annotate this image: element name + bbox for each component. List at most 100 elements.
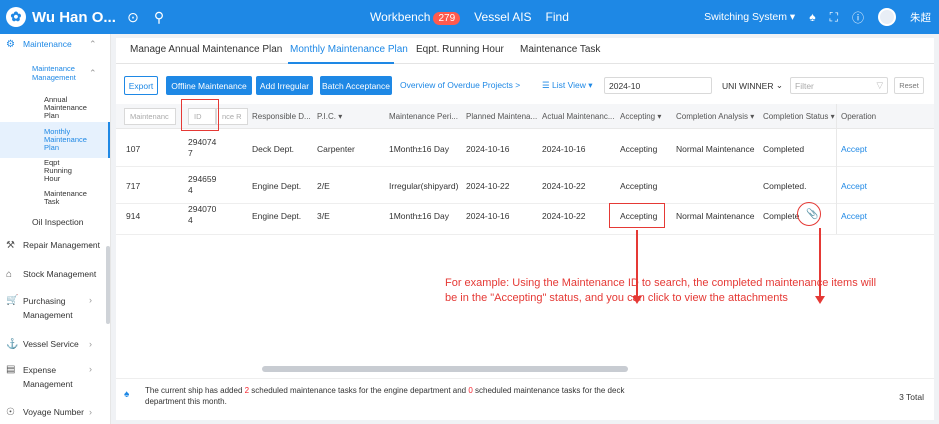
accept-link[interactable]: Accept	[841, 144, 867, 154]
col-responsible-dept[interactable]: Responsible D...	[252, 112, 311, 121]
ship-select[interactable]: UNI WINNER ⌄	[718, 77, 786, 94]
avatar[interactable]	[878, 8, 896, 26]
vessel-service-icon: ⚓	[6, 338, 19, 350]
cell-status: Completed.	[763, 181, 807, 191]
switching-system-dropdown[interactable]: Switching System ▾	[704, 11, 795, 23]
notification-bell-icon[interactable]: ♠	[809, 10, 815, 24]
user-name[interactable]: 朱超	[910, 10, 931, 25]
sidebar-item-purchasing-management[interactable]: 🛒 Purchasing Management ›	[0, 293, 110, 323]
cart-icon: 🛒	[6, 295, 19, 306]
app-title: Wu Han O...	[32, 8, 116, 26]
table-header: Maintenanc ID nce R Responsible D... P.I…	[116, 104, 934, 129]
table-row[interactable]: 107 2940747 Deck Dept. Carpenter 1Month±…	[116, 130, 934, 167]
cell-code: 914	[126, 211, 141, 221]
collapse-menu-icon[interactable]: ⊙	[122, 6, 144, 28]
cell-dept: Engine Dept.	[252, 211, 302, 221]
id-filter-highlight	[181, 99, 219, 131]
help-icon[interactable]: ⓘ	[852, 9, 864, 26]
toolbar: Export Offline Maintenance Add Irregular…	[116, 76, 934, 96]
chevron-right-icon: ›	[89, 364, 92, 374]
col-maintenance-period[interactable]: Maintenance Peri...	[389, 112, 458, 121]
cell-period: 1Month±16 Day	[389, 144, 449, 154]
sidebar-item-expense-management[interactable]: ▤ Expense Management ›	[0, 362, 110, 392]
cell-actual: 2024-10-22	[542, 181, 586, 191]
cell-id: 2940704	[188, 204, 217, 225]
col-completion-status[interactable]: Completion Status ▾	[763, 112, 835, 121]
sidebar-scrollbar[interactable]	[106, 246, 110, 324]
workbench-badge: 279	[433, 12, 461, 25]
chevron-up-icon: ⌃	[89, 67, 97, 78]
col-accepting[interactable]: Accepting ▾	[620, 112, 661, 121]
footer-summary: The current ship has added 2 scheduled m…	[145, 386, 625, 406]
top-nav: Workbench 279 Vessel AIS Find	[370, 0, 569, 34]
sidebar-item-maintenance-management[interactable]: Maintenance Management ⌃	[0, 62, 110, 84]
tab-eqpt-running-hour[interactable]: Eqpt. Running Hour	[416, 44, 504, 55]
col-completion-analysis[interactable]: Completion Analysis ▾	[676, 112, 754, 121]
sidebar-item-maintenance-task[interactable]: Maintenance Task	[0, 187, 110, 209]
tab-monthly-plan[interactable]: Monthly Maintenance Plan	[290, 44, 408, 55]
nav-workbench[interactable]: Workbench 279	[370, 10, 461, 25]
app-logo[interactable]: ✿ Wu Han O...	[0, 7, 118, 27]
maintenance-icon: ⚙	[6, 38, 15, 50]
sidebar-item-monthly-plan[interactable]: Monthly Maintenance Plan	[0, 122, 110, 158]
accept-link[interactable]: Accept	[841, 181, 867, 191]
export-button[interactable]: Export	[124, 76, 158, 95]
sidebar-item-maintenance[interactable]: ⚙ Maintenance ⌃	[0, 36, 110, 52]
chevron-right-icon: ›	[89, 295, 92, 305]
maintenance-code-filter[interactable]: Maintenanc	[124, 108, 176, 125]
nav-find[interactable]: Find	[546, 10, 569, 24]
cell-period: 1Month±16 Day	[389, 211, 449, 221]
overdue-projects-link[interactable]: Overview of Overdue Projects >	[400, 80, 520, 90]
accept-link[interactable]: Accept	[841, 211, 867, 221]
reset-button[interactable]: Reset	[894, 77, 924, 94]
cell-accepting: Accepting	[620, 144, 658, 154]
tab-maintenance-task[interactable]: Maintenance Task	[520, 44, 600, 55]
bell-icon: ♠	[124, 389, 130, 400]
col-pic[interactable]: P.I.C. ▾	[317, 112, 342, 121]
col-actual-date[interactable]: Actual Maintenanc...	[542, 112, 614, 121]
nav-vessel-ais[interactable]: Vessel AIS	[474, 10, 531, 24]
search-icon[interactable]: ⚲	[148, 6, 170, 28]
sidebar-item-oil-inspection[interactable]: Oil Inspection	[0, 214, 110, 230]
col-planned-date[interactable]: Planned Maintena...	[466, 112, 537, 121]
sidebar-item-eqpt-running-hour[interactable]: Eqpt Running Hour	[0, 159, 110, 183]
expense-icon: ▤	[6, 364, 16, 375]
cell-status: Completed	[763, 144, 805, 154]
cell-actual: 2024-10-16	[542, 144, 586, 154]
month-picker[interactable]: 2024-10	[604, 77, 712, 94]
sidebar-item-annual-plan[interactable]: Annual Maintenance Plan	[0, 96, 110, 120]
col-operation: Operation	[841, 112, 877, 121]
cell-code: 107	[126, 144, 141, 154]
maintenance-ref-filter[interactable]: nce R	[216, 108, 248, 125]
chevron-up-icon: ⌃	[89, 38, 97, 49]
funnel-icon: ▽	[876, 80, 883, 90]
sidebar-item-voyage-number[interactable]: ☉ Voyage Number ›	[0, 404, 110, 420]
cell-period: Irregular(shipyard)	[389, 181, 459, 191]
cell-dept: Deck Dept.	[252, 144, 295, 154]
chevron-right-icon: ›	[89, 269, 92, 279]
cell-pic: Carpenter	[317, 144, 355, 154]
footer-bar: ♠ The current ship has added 2 scheduled…	[116, 378, 934, 418]
cell-planned: 2024-10-16	[466, 211, 510, 221]
cell-pic: 3/E	[317, 211, 330, 221]
add-irregular-button[interactable]: Add Irregular	[256, 76, 313, 95]
chevron-down-icon: ⌄	[775, 80, 783, 90]
filter-input[interactable]: Filter ▽	[790, 77, 888, 94]
cell-id: 2946594	[188, 174, 217, 195]
cell-status: Complete	[763, 211, 800, 221]
logo-icon: ✿	[6, 7, 26, 27]
sidebar-item-repair-management[interactable]: ⚒ Repair Management ›	[0, 237, 110, 253]
cell-code: 717	[126, 181, 141, 191]
fullscreen-icon[interactable]: ⛶	[830, 10, 838, 25]
globe-icon: ☉	[6, 406, 15, 418]
operation-column-divider	[836, 104, 837, 234]
list-view-dropdown[interactable]: ☰ List View ▾	[542, 80, 593, 91]
batch-acceptance-button[interactable]: Batch Acceptance	[320, 76, 392, 95]
accepting-highlight	[609, 203, 665, 228]
top-bar: ✿ Wu Han O... ⊙ ⚲ Workbench 279 Vessel AI…	[0, 0, 939, 34]
sidebar-item-stock-management[interactable]: ⌂ Stock Management ›	[0, 266, 110, 282]
tab-annual-plan[interactable]: Manage Annual Maintenance Plan	[130, 44, 282, 55]
sidebar-item-vessel-service[interactable]: ⚓ Vessel Service ›	[0, 336, 110, 352]
horizontal-scrollbar[interactable]	[262, 366, 628, 372]
offline-maintenance-button[interactable]: Offline Maintenance	[166, 76, 252, 95]
